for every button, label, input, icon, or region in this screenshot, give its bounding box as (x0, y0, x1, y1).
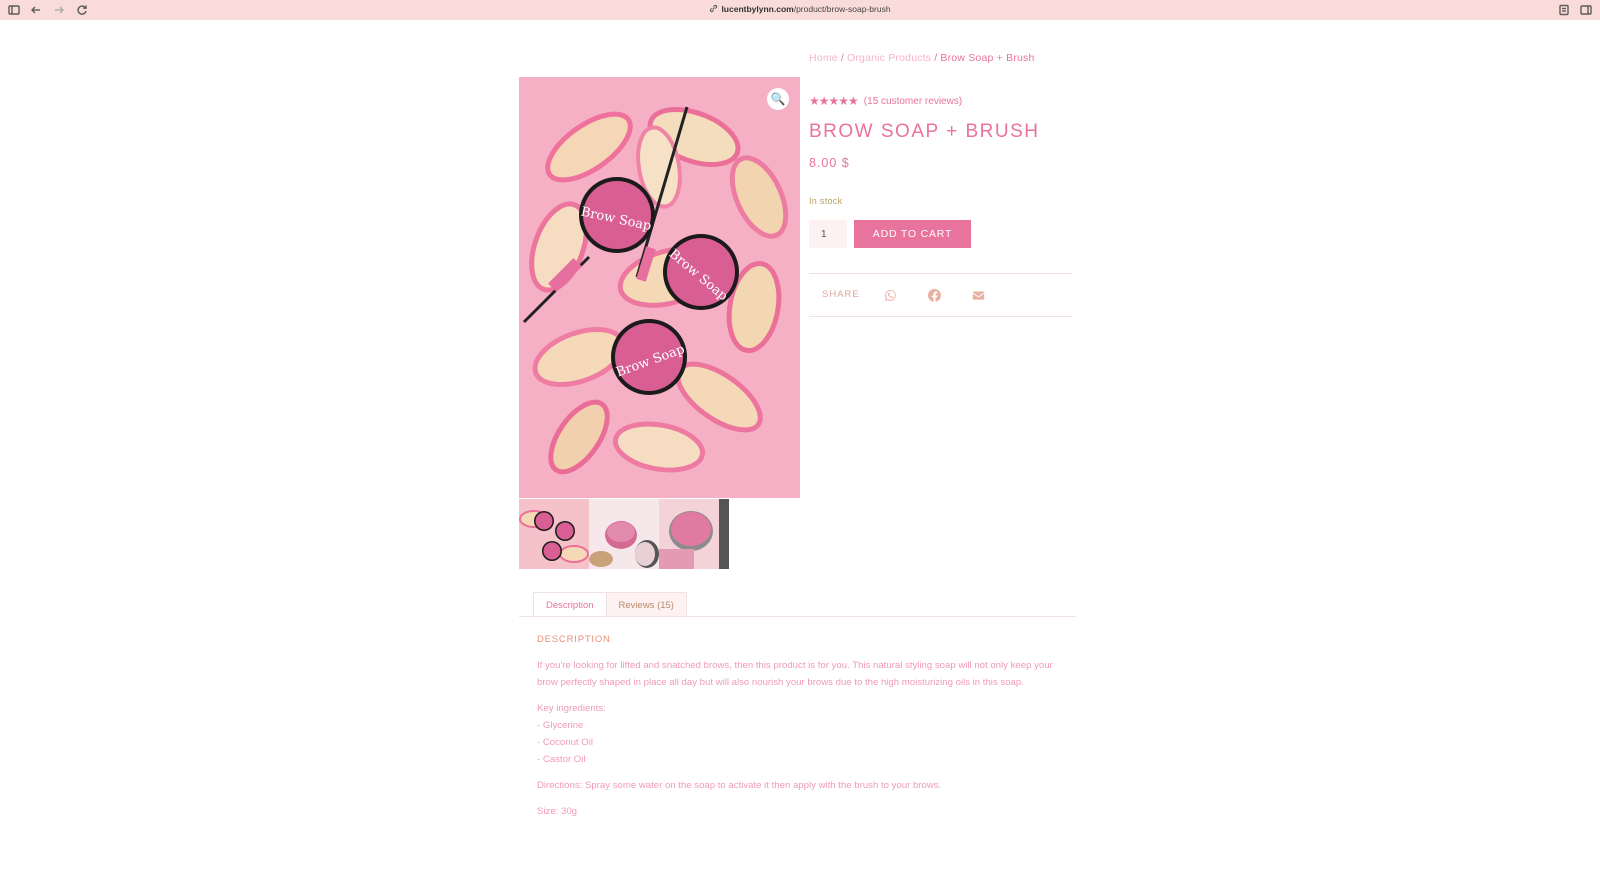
ingredients-label: Key ingredients: (537, 703, 606, 714)
breadcrumb: Home / Organic Products / Brow Soap + Brush (809, 52, 1035, 64)
ingredient-item: - Castor Oil (537, 754, 586, 765)
star-rating-icon: ★★★★★ (809, 94, 859, 108)
ingredient-item: - Glycerine (537, 720, 584, 731)
breadcrumb-separator: / (934, 52, 938, 64)
tabs-divider (519, 616, 1076, 617)
email-icon[interactable] (971, 288, 985, 302)
facebook-icon[interactable] (927, 288, 941, 302)
url-host: lucentbylynn.com (721, 4, 794, 14)
share-label: SHARE (822, 289, 860, 300)
thumbnail-3[interactable] (659, 499, 729, 569)
soap-tin-1: Brow Soap (579, 177, 655, 253)
product-price: 8.00 $ (809, 156, 850, 170)
breadcrumb-home-link[interactable]: Home (809, 52, 838, 64)
split-view-icon[interactable] (1579, 3, 1593, 17)
product-title: BROW SOAP + BRUSH (809, 121, 1040, 142)
ingredient-item: - Coconut Oil (537, 737, 593, 748)
size-text: Size: 30g (537, 806, 578, 817)
reader-icon[interactable] (1557, 3, 1571, 17)
tab-reviews[interactable]: Reviews (15) (606, 592, 687, 617)
breadcrumb-separator: / (840, 52, 844, 64)
product-rating: ★★★★★ (15 customer reviews) (809, 94, 962, 108)
breadcrumb-current: Brow Soap + Brush (940, 52, 1035, 64)
browser-toolbar: lucentbylynn.com/product/brow-soap-brush (0, 0, 1600, 20)
ingredients-block: Key ingredients: - Glycerine - Coconut O… (537, 700, 1062, 768)
description-body: If you're looking for lifted and snatche… (537, 657, 1062, 829)
description-heading: DESCRIPTION (537, 634, 611, 645)
soap-tin-2: Brow Soap (663, 234, 739, 310)
address-bar[interactable]: lucentbylynn.com/product/brow-soap-brush (0, 4, 1600, 14)
quantity-input[interactable] (809, 220, 847, 248)
soap-tin-3: Brow Soap (611, 319, 687, 395)
url-path: /product/brow-soap-brush (793, 4, 891, 14)
customer-reviews-link[interactable]: (15 customer reviews) (864, 96, 962, 107)
divider (809, 273, 1072, 274)
link-icon (710, 4, 718, 13)
description-intro: If you're looking for lifted and snatche… (537, 660, 1053, 688)
tab-description[interactable]: Description (533, 592, 607, 617)
thumbnail-1[interactable] (519, 499, 589, 569)
product-main-image[interactable]: Brow Soap Brow Soap Brow Soap (519, 77, 800, 498)
stock-status: In stock (809, 196, 843, 206)
thumbnail-2[interactable] (589, 499, 659, 569)
product-thumbnails (519, 499, 729, 569)
directions-text: Directions: Spray some water on the soap… (537, 780, 942, 791)
zoom-icon[interactable]: 🔍 (767, 88, 789, 110)
add-to-cart-button[interactable]: ADD TO CART (854, 220, 971, 248)
product-tabs: Description Reviews (15) (533, 592, 687, 617)
whatsapp-icon[interactable] (883, 288, 897, 302)
divider (809, 316, 1072, 317)
breadcrumb-category-link[interactable]: Organic Products (847, 52, 931, 64)
